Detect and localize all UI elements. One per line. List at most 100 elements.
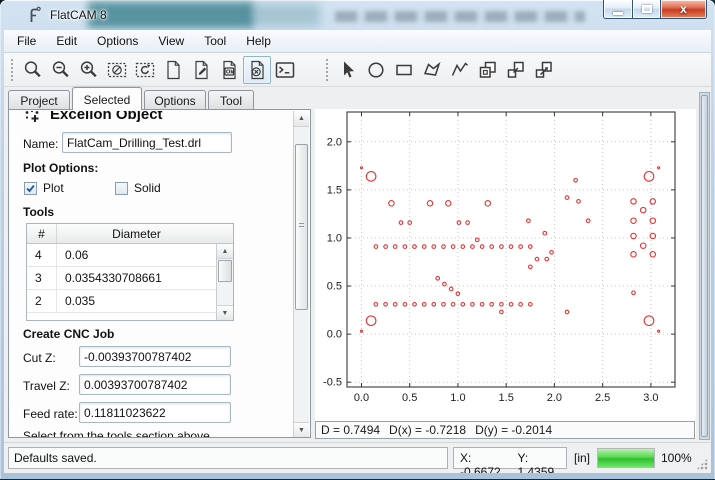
tools-hint-text: Select from the tools section above — [23, 429, 210, 438]
scrollbar-thumb[interactable] — [295, 144, 308, 310]
solid-checkbox-box[interactable] — [115, 182, 128, 195]
name-input[interactable] — [62, 132, 232, 153]
cutz-input[interactable] — [79, 346, 231, 367]
maximize-button[interactable] — [633, 0, 661, 19]
plot-panel: 0.00.51.01.52.02.53.0-0.50.00.51.01.52.0… — [315, 109, 696, 438]
travelz-input[interactable] — [79, 374, 231, 395]
glass-artifact — [250, 4, 320, 26]
checkbox-label: Plot — [43, 181, 64, 195]
copy-geometry-icon — [505, 59, 527, 81]
menu-item-tool[interactable]: Tool — [194, 30, 236, 52]
ok-file-icon: Ok — [218, 59, 240, 81]
clear-plot-button[interactable] — [103, 56, 131, 84]
copy-geometry-button[interactable] — [502, 56, 530, 84]
zoom-fit-button[interactable] — [19, 56, 47, 84]
coord-y: Y: 1.4359 — [518, 451, 562, 465]
menu-item-options[interactable]: Options — [87, 30, 148, 52]
scroll-down-icon[interactable]: ▼ — [294, 422, 309, 438]
draw-polygon-button[interactable] — [418, 56, 446, 84]
scroll-up-icon[interactable]: ▲ — [294, 111, 309, 127]
minimize-button[interactable] — [603, 0, 633, 19]
maximize-icon — [642, 5, 652, 13]
draw-circle-button[interactable] — [362, 56, 390, 84]
tools-table[interactable]: ▲ ▼ #Diameter40.0630.035433070866120.035 — [26, 223, 234, 321]
table-row[interactable]: 40.06 — [27, 244, 233, 267]
close-icon: x — [680, 3, 687, 15]
scroll-down-icon[interactable]: ▼ — [217, 305, 233, 320]
status-bar: Defaults saved. X: -0.6672 Y: 1.4359 [in… — [4, 442, 711, 473]
title-bar[interactable]: FlatCAM 8 x — [0, 0, 715, 30]
toolbar-drag-handle[interactable] — [10, 58, 14, 82]
cell-tool-diameter: 0.0354330708661 — [57, 267, 233, 289]
draw-path-button[interactable] — [446, 56, 474, 84]
table-row[interactable]: 30.0354330708661 — [27, 267, 233, 290]
tools-table-scrollbar[interactable]: ▲ ▼ — [216, 244, 233, 320]
measure-d: D = 0.7494 — [321, 423, 380, 438]
ok-file-button[interactable]: Ok — [215, 56, 243, 84]
progress-fill — [598, 449, 654, 467]
zoom-out-button[interactable] — [47, 56, 75, 84]
svg-text:2.5: 2.5 — [595, 392, 610, 404]
copy-objects-icon — [477, 59, 499, 81]
status-message: Defaults saved. — [8, 447, 448, 469]
svg-text:1.0: 1.0 — [327, 232, 342, 244]
tab-tool[interactable]: Tool — [208, 90, 254, 110]
checkbox-plot[interactable]: Plot — [24, 181, 64, 195]
window-title: FlatCAM 8 — [50, 8, 107, 22]
draw-polygon-icon — [421, 59, 443, 81]
new-file-button[interactable] — [159, 56, 187, 84]
resize-grip[interactable] — [696, 458, 708, 470]
svg-text:0.0: 0.0 — [327, 329, 342, 341]
scrollbar-thumb[interactable] — [218, 260, 232, 282]
toolbar-drag-handle[interactable] — [325, 58, 329, 82]
svg-text:0.0: 0.0 — [354, 392, 369, 404]
checkbox-solid[interactable]: Solid — [115, 181, 161, 195]
caption-buttons: x — [603, 0, 707, 19]
glass-artifact — [335, 11, 585, 22]
tab-options[interactable]: Options — [144, 90, 206, 110]
tab-project[interactable]: Project — [8, 90, 70, 110]
replot-button[interactable] — [131, 56, 159, 84]
drill-plot-canvas[interactable]: 0.00.51.01.52.02.53.0-0.50.00.51.01.52.0 — [315, 109, 696, 420]
feedrate-input[interactable] — [79, 402, 231, 423]
tab-selected[interactable]: Selected — [72, 87, 142, 110]
menu-item-edit[interactable]: Edit — [46, 30, 87, 52]
menu-item-help[interactable]: Help — [236, 30, 281, 52]
draw-rectangle-button[interactable] — [390, 56, 418, 84]
menu-item-view[interactable]: View — [148, 30, 194, 52]
feedrate-label: Feed rate: — [23, 407, 78, 421]
plot-checkbox-box[interactable] — [24, 182, 37, 195]
scrollbar-thumb[interactable] — [701, 95, 708, 437]
panel-scrollbar[interactable]: ▲ ▼ — [293, 111, 309, 438]
excellon-drill-icon — [24, 111, 41, 125]
zoom-in-icon — [78, 59, 100, 81]
col-header-number: # — [27, 224, 57, 243]
close-button[interactable]: x — [661, 0, 707, 19]
scroll-up-icon[interactable]: ▲ — [217, 244, 233, 259]
checkbox-label: Solid — [134, 181, 161, 195]
zoom-in-button[interactable] — [75, 56, 103, 84]
glass-artifact — [88, 2, 253, 28]
move-objects-button[interactable] — [530, 56, 558, 84]
measurement-readout: D = 0.7494 D(x) = -0.7218 D(y) = -0.2014 — [315, 421, 695, 439]
plot-options-row: Plot Solid — [24, 181, 284, 197]
table-row[interactable]: 20.035 — [27, 290, 233, 313]
svg-text:0.5: 0.5 — [402, 392, 417, 404]
shell-icon — [274, 59, 296, 81]
cell-tool-number: 3 — [27, 267, 57, 289]
cancel-edit-button[interactable] — [243, 56, 271, 84]
svg-text:1.5: 1.5 — [327, 184, 342, 196]
plot-scrollbar[interactable] — [699, 92, 710, 440]
menu-item-file[interactable]: File — [7, 30, 46, 52]
select-icon — [337, 59, 359, 81]
thumb-grip — [299, 223, 304, 229]
svg-text:2.0: 2.0 — [327, 136, 342, 148]
select-button[interactable] — [334, 56, 362, 84]
edit-file-button[interactable] — [187, 56, 215, 84]
plot-options-label: Plot Options: — [23, 161, 98, 175]
measure-dy: D(y) = -0.2014 — [475, 423, 552, 438]
svg-text:3.0: 3.0 — [643, 392, 658, 404]
copy-objects-button[interactable] — [474, 56, 502, 84]
cell-tool-diameter: 0.035 — [57, 290, 233, 312]
shell-button[interactable] — [271, 56, 299, 84]
